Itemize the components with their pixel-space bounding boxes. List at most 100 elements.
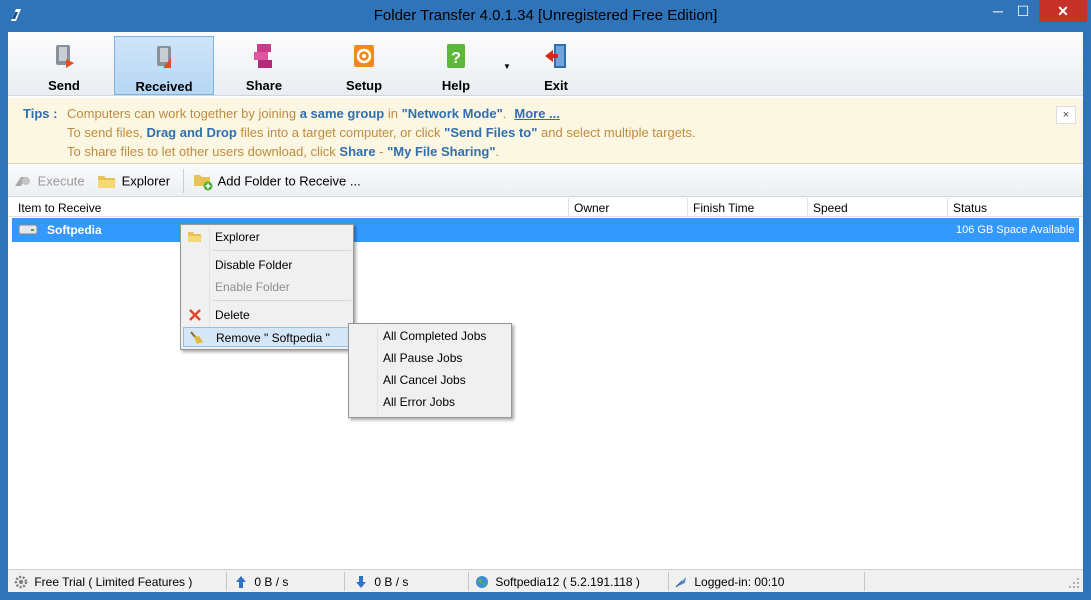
table-row[interactable]: Softpedia 106 GB Space Available: [12, 218, 1079, 242]
execute-button[interactable]: Execute: [12, 171, 85, 191]
add-folder-button[interactable]: Add Folder to Receive ...: [192, 171, 361, 191]
share-label: Share: [245, 78, 283, 93]
submenu-item-label: All Completed Jobs: [383, 329, 487, 343]
menu-item-explorer[interactable]: Explorer: [183, 227, 351, 247]
maximize-button[interactable]: ☐: [1013, 0, 1033, 22]
received-label: Received: [135, 79, 193, 94]
resize-grip-icon[interactable]: [1068, 577, 1080, 589]
menu-separator: [213, 300, 351, 301]
column-separator: [687, 198, 688, 217]
help-label: Help: [441, 78, 471, 93]
more-link[interactable]: More ...: [514, 106, 560, 121]
menu-item-label: Disable Folder: [215, 258, 293, 272]
submenu-item-label: All Pause Jobs: [383, 351, 463, 365]
window-title: Folder Transfer 4.0.1.34 [Unregistered F…: [373, 7, 718, 24]
setup-icon: [354, 45, 374, 67]
help-button[interactable]: ? Help: [406, 36, 506, 96]
menu-item-enable-folder[interactable]: Enable Folder: [183, 277, 351, 297]
close-button[interactable]: ✕: [1039, 0, 1087, 22]
send-button[interactable]: Send: [14, 36, 114, 96]
tips-line-1: Computers can work together by joining a…: [67, 106, 560, 121]
broom-icon: [190, 331, 203, 344]
send-icon: [56, 45, 74, 68]
login-text: Logged-in: 00:10: [694, 574, 785, 589]
share-icon: [254, 44, 272, 68]
menu-separator: [213, 250, 351, 251]
folder-icon: [188, 232, 202, 242]
status-separator: [864, 572, 865, 591]
menu-item-remove[interactable]: Remove " Softpedia ": [183, 327, 351, 347]
status-bar: Free Trial ( Limited Features ) 0 B / s …: [8, 569, 1083, 592]
tips-line-3: To share files to let other users downlo…: [67, 144, 499, 159]
submenu-item-completed[interactable]: All Completed Jobs: [351, 326, 509, 346]
menu-item-label: Enable Folder: [215, 280, 290, 294]
upload-speed: 0 B / s: [234, 574, 288, 589]
app-window: Folder Transfer 4.0.1.34 [Unregistered F…: [0, 0, 1091, 600]
column-owner[interactable]: Owner: [574, 201, 609, 215]
folder-icon: [98, 176, 116, 188]
main-toolbar: Send Received Share Setup ? Help ▼ Exit: [8, 32, 1083, 96]
column-speed[interactable]: Speed: [813, 201, 848, 215]
tips-bold: "My File Sharing": [387, 144, 496, 159]
host-text: Softpedia12 ( 5.2.191.118 ): [495, 574, 640, 589]
execute-label: Execute: [37, 173, 85, 189]
exit-button[interactable]: Exit: [506, 36, 606, 96]
exit-icon: [545, 44, 566, 68]
submenu-item-cancel[interactable]: All Cancel Jobs: [351, 370, 509, 390]
host-status: Softpedia12 ( 5.2.191.118 ): [475, 574, 640, 589]
upload-text: 0 B / s: [254, 574, 289, 589]
help-icon: ?: [447, 44, 465, 68]
row-item-name: Softpedia: [47, 223, 102, 237]
column-finish-time[interactable]: Finish Time: [693, 201, 754, 215]
minimize-button[interactable]: ─: [988, 0, 1008, 22]
trial-text: Free Trial ( Limited Features ): [34, 574, 193, 589]
tips-close-button[interactable]: ×: [1056, 106, 1076, 124]
status-separator: [668, 572, 669, 591]
list-header: Item to Receive Owner Finish Time Speed …: [8, 198, 1083, 217]
status-separator: [344, 572, 345, 591]
setup-button[interactable]: Setup: [314, 36, 414, 96]
tips-text: and select multiple targets.: [537, 125, 696, 140]
login-status: Logged-in: 00:10: [674, 574, 784, 589]
status-separator: [468, 572, 469, 591]
exit-label: Exit: [544, 78, 568, 93]
toolbar-separator: [183, 169, 184, 193]
tips-bold: "Send Files to": [444, 125, 538, 140]
tips-line-2: To send files, Drag and Drop files into …: [67, 125, 696, 140]
column-status[interactable]: Status: [953, 201, 987, 215]
context-menu: Explorer Disable Folder Enable Folder De…: [180, 224, 354, 350]
menu-item-delete[interactable]: Delete: [183, 305, 351, 325]
secondary-toolbar: Execute Explorer Add Folder to Receive .…: [8, 165, 1083, 197]
submenu-item-pause[interactable]: All Pause Jobs: [351, 348, 509, 368]
row-status: 106 GB Space Available: [956, 224, 1075, 236]
tips-bold: Share: [339, 144, 376, 159]
globe-icon: [476, 575, 488, 588]
column-separator: [568, 198, 569, 217]
feather-icon: [675, 576, 686, 588]
tips-label: Tips :: [23, 106, 58, 121]
tips-bold: "Network Mode": [401, 106, 503, 121]
arrow-down-icon: [356, 575, 366, 588]
send-label: Send: [48, 78, 80, 93]
column-item[interactable]: Item to Receive: [18, 201, 101, 215]
delete-icon: [189, 309, 201, 321]
svg-text:?: ?: [451, 50, 461, 67]
tips-text: in: [384, 106, 402, 121]
tips-text: .: [502, 106, 507, 121]
download-text: 0 B / s: [374, 574, 409, 589]
menu-item-label: Remove " Softpedia ": [216, 331, 330, 345]
menu-item-label: Delete: [215, 308, 250, 322]
share-button[interactable]: Share: [214, 36, 314, 96]
remove-submenu: All Completed Jobs All Pause Jobs All Ca…: [348, 323, 512, 418]
submenu-item-label: All Cancel Jobs: [383, 373, 466, 387]
explorer-label: Explorer: [121, 173, 171, 189]
menu-item-disable-folder[interactable]: Disable Folder: [183, 255, 351, 275]
menu-item-label: Explorer: [215, 230, 260, 244]
tips-text: To send files,: [67, 125, 147, 140]
explorer-button[interactable]: Explorer: [96, 171, 170, 191]
trial-status: Free Trial ( Limited Features ): [14, 574, 192, 589]
title-bar[interactable]: Folder Transfer 4.0.1.34 [Unregistered F…: [0, 0, 1091, 32]
tips-text: To share files to let other users downlo…: [67, 144, 340, 159]
received-button[interactable]: Received: [114, 36, 214, 95]
submenu-item-error[interactable]: All Error Jobs: [351, 392, 509, 412]
